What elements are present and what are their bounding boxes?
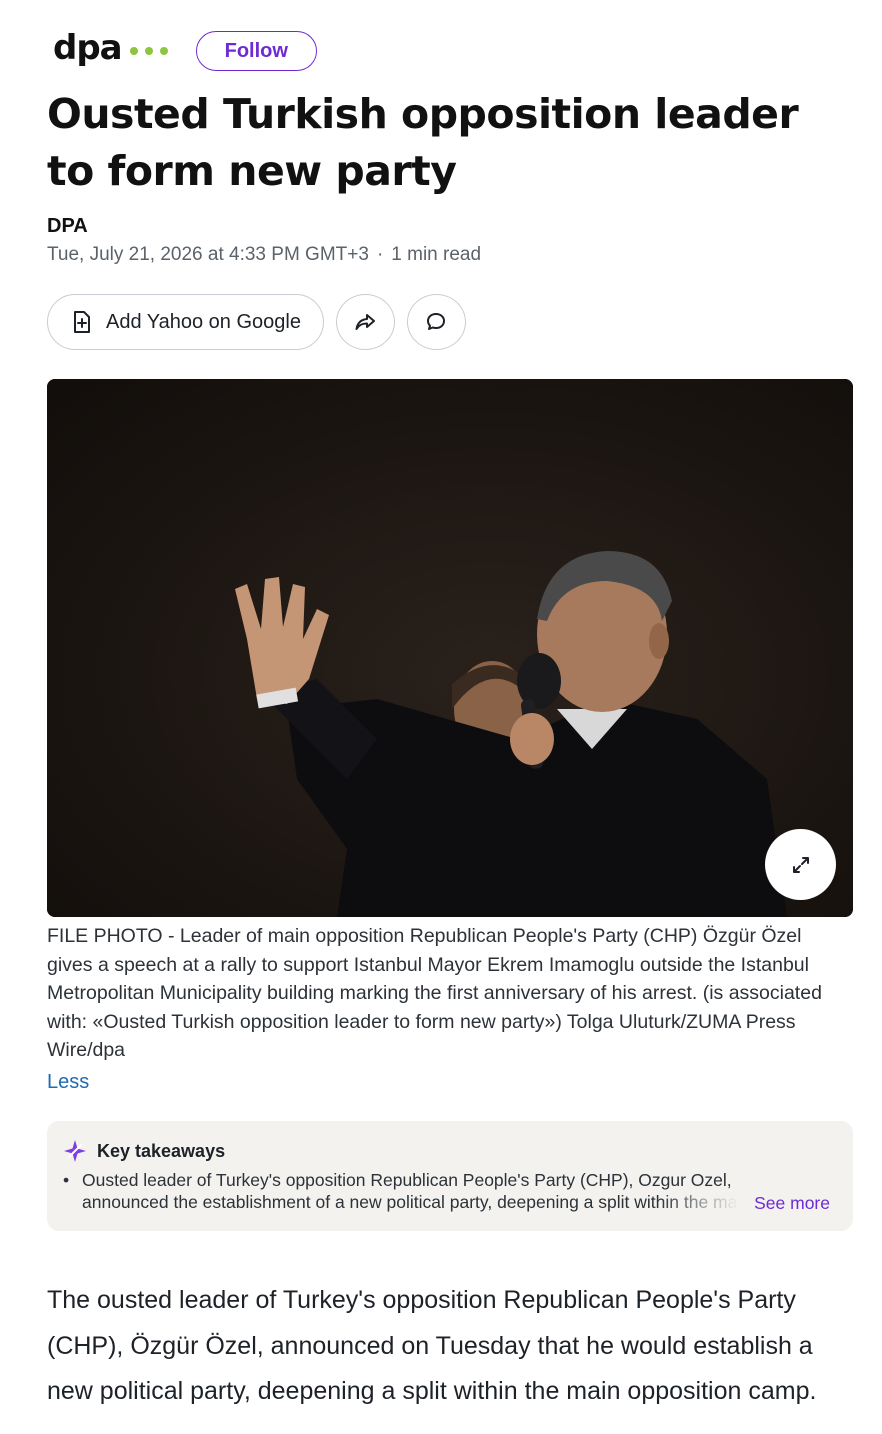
takeaways-header: Key takeaways: [63, 1139, 225, 1163]
photo-image: [47, 379, 853, 917]
article-meta: Tue, July 21, 2026 at 4:33 PM GMT+3 · 1 mi…: [47, 244, 482, 265]
share-icon: [355, 314, 376, 330]
expand-icon: [792, 856, 809, 873]
read-time: 1 min read: [391, 244, 482, 265]
author-byline[interactable]: DPA: [47, 215, 88, 238]
logo-dots: [129, 47, 168, 55]
takeaway-line-1: Ousted leader of Turkey's opposition Rep…: [82, 1170, 732, 1190]
follow-button[interactable]: Follow: [195, 31, 317, 71]
see-more-link[interactable]: See more: [754, 1193, 830, 1214]
key-takeaways-box: Key takeaways • Ousted leader of Turkey'…: [47, 1121, 853, 1231]
expand-photo-button[interactable]: [765, 829, 836, 900]
article-paragraph: The ousted leader of Turkey's opposition…: [47, 1286, 817, 1405]
article-title: Ousted Turkish opposition leader to form…: [47, 90, 799, 195]
action-bar: Add Yahoo on Google: [47, 294, 466, 350]
article-photo[interactable]: [47, 379, 853, 917]
sparkle-icon: [64, 1140, 86, 1162]
add-google-button[interactable]: Add Yahoo on Google: [47, 294, 324, 350]
publisher-row: dpa Follow: [53, 28, 317, 74]
text-fade: [659, 1191, 739, 1213]
bullet: •: [63, 1170, 70, 1190]
publisher-logo[interactable]: dpa: [53, 28, 168, 68]
caption-less-link[interactable]: Less: [47, 1071, 89, 1094]
add-google-label: Add Yahoo on Google: [106, 310, 301, 333]
publish-date: Tue, July 21, 2026 at 4:33 PM GMT+3: [47, 244, 369, 265]
share-button[interactable]: [335, 294, 395, 350]
comment-icon: [427, 313, 446, 330]
logo-text: dpa: [53, 28, 123, 68]
add-document-icon: [74, 311, 90, 333]
takeaway-line-2: announced the establishment of a new pol…: [82, 1192, 737, 1212]
comments-button[interactable]: [406, 294, 466, 350]
takeaways-heading: Key takeaways: [97, 1140, 226, 1161]
photo-caption: FILE PHOTO - Leader of main opposition R…: [47, 925, 822, 1062]
